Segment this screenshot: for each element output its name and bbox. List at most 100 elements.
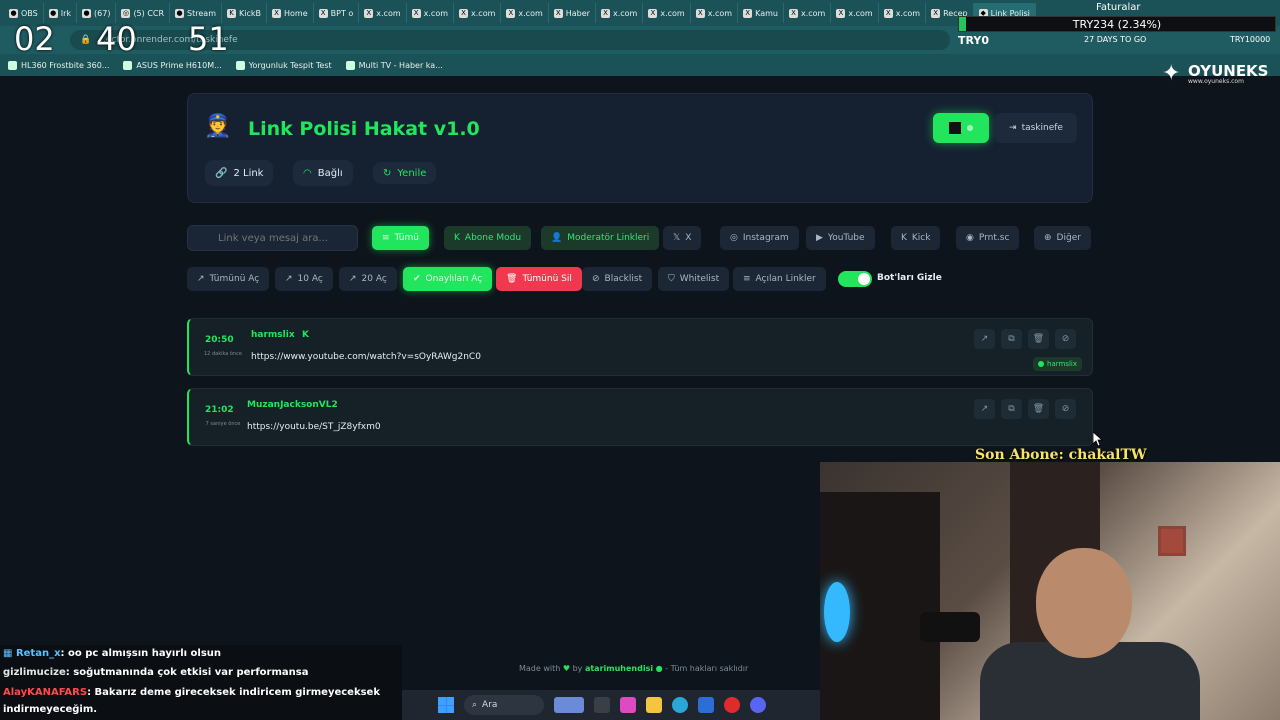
tab-x-icon: X (506, 8, 516, 18)
action-10-a-[interactable]: ↗ 10 Aç (275, 267, 333, 291)
taskbar-taskview-icon[interactable] (594, 697, 610, 713)
action-label: Blacklist (604, 274, 643, 284)
filter-kick[interactable]: K Kick (891, 226, 941, 250)
action-whitelist[interactable]: ⛉ Whitelist (658, 267, 730, 291)
action-20-a-[interactable]: ↗ 20 Aç (339, 267, 397, 291)
browser-tab[interactable]: Xx.com (831, 3, 879, 23)
taskbar-search[interactable]: ⌕ Ara (464, 695, 544, 715)
browser-tab-label: x.com (376, 8, 401, 18)
filter-di-er[interactable]: ⊕ Diğer (1034, 226, 1091, 250)
browser-tab[interactable]: X BPT o (314, 3, 360, 23)
bookmark-item[interactable]: ASUS Prime H610M... (123, 60, 222, 70)
link-card: 20:50 12 dakika önce harmslix Khttps://www… (187, 318, 1093, 376)
filter-label: Abone Modu (464, 233, 522, 243)
browser-tab[interactable]: Xx.com (454, 3, 502, 23)
browser-tab[interactable]: Xx.com (407, 3, 455, 23)
open-link-icon[interactable]: ↗ (974, 329, 995, 349)
goal-max: TRY10000 (1230, 35, 1271, 44)
filter-t-m-[interactable]: ≡ Tümü (372, 226, 429, 250)
browser-tab-label: OBS (21, 8, 38, 18)
filter-moderat-r-linkleri[interactable]: 👤 Moderatör Linkleri (541, 226, 660, 250)
tab-red-icon: ● (175, 8, 185, 18)
link-icon: 🔗 (215, 167, 228, 179)
footer-made-with: Made with (519, 664, 561, 673)
action-t-m-n-a-[interactable]: ↗ Tümünü Aç (187, 267, 270, 291)
globe-icon: ⊕ (1044, 233, 1052, 243)
windows-start-icon[interactable] (438, 697, 454, 713)
browser-tab-label: (67) (94, 8, 111, 18)
browser-tab[interactable]: Xx.com (691, 3, 739, 23)
link-age: 12 dakika önce (204, 351, 242, 357)
bookmark-item[interactable]: Yorgunluk Tespit Test (235, 60, 332, 70)
block-icon[interactable]: ⊘ (1055, 329, 1076, 349)
kick-icon: K (901, 233, 907, 243)
open-link-icon[interactable]: ↗ (974, 399, 995, 419)
link-url[interactable]: https://youtu.be/ST_jZ8yfxm0 (247, 422, 381, 432)
bookmark-item[interactable]: Multi TV - Haber ka... (345, 60, 443, 70)
link-actions: ↗ ⧉ 🗑 ⊘ (974, 399, 1076, 419)
bookmark-item[interactable]: HL360 Frostbite 360... (8, 60, 109, 70)
filter-instagram[interactable]: ◎ Instagram (720, 226, 799, 250)
tab-x-icon: X (743, 8, 753, 18)
stream-chat: ▦ Retan_x: oo pc almışsın hayırlı olsun g… (0, 645, 402, 720)
copy-icon[interactable]: ⧉ (1001, 399, 1022, 419)
tab-x-icon: X (788, 8, 798, 18)
browser-tab[interactable]: X Home (267, 3, 314, 23)
filter-prnt-sc[interactable]: ◉ Prnt.sc (956, 226, 1020, 250)
link-time: 21:02 (205, 405, 234, 415)
browser-tab[interactable]: X Kamu (738, 3, 784, 23)
action-onayl-lar-a-[interactable]: ✔ Onaylıları Aç (403, 267, 493, 291)
chat-message: gizlimucize: soğutmanında çok etkisi var… (3, 667, 308, 678)
bookmark-label: Multi TV - Haber ka... (358, 60, 443, 70)
delete-icon[interactable]: 🗑 (1028, 329, 1049, 349)
link-username[interactable]: MuzanJacksonVL2 (247, 400, 338, 410)
taskbar-discord-icon[interactable] (750, 697, 766, 713)
browser-tab-label: KickB (239, 8, 261, 18)
hide-bots-toggle[interactable] (838, 271, 872, 287)
chat-username: AlayKANAFARS (3, 687, 88, 698)
refresh-button[interactable]: ↻ Yenile (373, 162, 437, 184)
browser-tab[interactable]: Xx.com (596, 3, 644, 23)
browser-tab[interactable]: Xx.com (784, 3, 832, 23)
action-blacklist[interactable]: ⊘ Blacklist (582, 267, 653, 291)
taskbar-store-icon[interactable] (698, 697, 714, 713)
tab-x-icon: X (883, 8, 893, 18)
chat-message: indirmeyeceğim. (3, 704, 97, 715)
browser-tab[interactable]: Xx.com (643, 3, 691, 23)
browser-tab-label: x.com (895, 8, 921, 18)
taskbar-copilot-icon[interactable] (620, 697, 636, 713)
action-a-lan-linkler[interactable]: ≡ Açılan Linkler (733, 267, 826, 291)
mouse-cursor-icon (1093, 432, 1103, 446)
browser-tab[interactable]: X Haber (549, 3, 596, 23)
delete-icon[interactable]: 🗑 (1028, 399, 1049, 419)
bookmark-icon (235, 60, 245, 70)
link-url[interactable]: https://www.youtube.com/watch?v=sOyRAWg2… (251, 352, 481, 362)
taskbar-edge-icon[interactable] (672, 697, 688, 713)
qr-button[interactable] (933, 113, 989, 143)
copy-icon[interactable]: ⧉ (1001, 329, 1022, 349)
block-icon[interactable]: ⊘ (1055, 399, 1076, 419)
chat-text: : Bakarız deme gireceksek indiricem girm… (87, 687, 380, 698)
filter-label: YouTube (827, 233, 865, 243)
link-username[interactable]: harmslix (251, 330, 295, 340)
bookmark-label: Yorgunluk Tespit Test (248, 60, 332, 70)
filter-x[interactable]: 𝕏X (663, 226, 702, 250)
bookmark-icon (8, 60, 17, 70)
tab-red-icon: ● (9, 8, 18, 18)
chat-username: Retan_x (15, 648, 61, 659)
chat-badge-icon: ▦ (3, 648, 16, 659)
filter-label: Instagram (742, 233, 789, 243)
logout-button[interactable]: ⇥ taskinefe (995, 113, 1077, 143)
action-t-m-n-sil[interactable]: 🗑 Tümünü Sil (496, 267, 582, 291)
browser-tab[interactable]: Xx.com (879, 3, 927, 23)
browser-tab[interactable]: Xx.com (359, 3, 407, 23)
taskbar-widget-icon[interactable] (554, 697, 584, 713)
taskbar-opera-icon[interactable] (724, 697, 740, 713)
filter-youtube[interactable]: ▶ YouTube (806, 226, 875, 250)
browser-tab[interactable]: Xx.com (501, 3, 549, 23)
filter-abone-modu[interactable]: K Abone Modu (444, 226, 532, 250)
taskbar-folder-icon[interactable] (646, 697, 662, 713)
approved-by-badge: harmslix (1033, 357, 1082, 371)
search-input[interactable] (187, 225, 358, 251)
link-count-text: 2 Link (233, 167, 264, 179)
